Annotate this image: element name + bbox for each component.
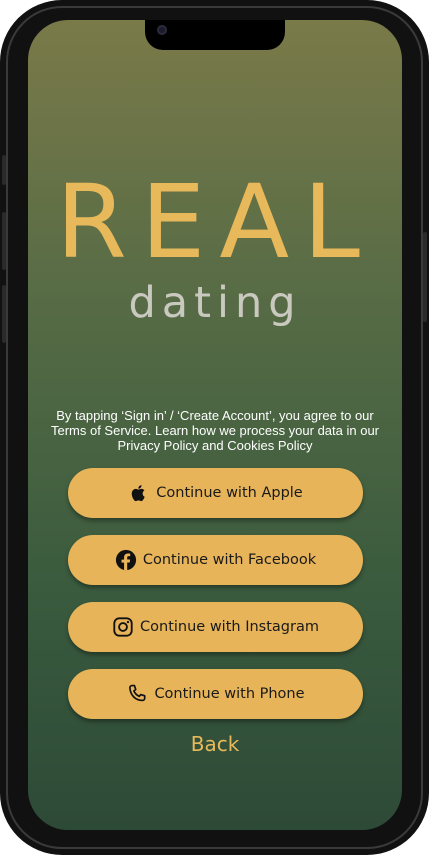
continue-with-instagram-label: Continue with Instagram bbox=[140, 619, 319, 635]
logo-subtitle: dating bbox=[128, 278, 302, 328]
volume-up-button bbox=[2, 212, 6, 270]
notch bbox=[145, 20, 285, 50]
back-link[interactable]: Back bbox=[28, 732, 402, 756]
volume-down-button bbox=[2, 285, 6, 343]
continue-with-apple-button[interactable]: Continue with Apple bbox=[68, 468, 363, 518]
front-camera bbox=[157, 25, 167, 35]
mute-switch bbox=[2, 155, 6, 185]
apple-icon bbox=[128, 482, 150, 504]
phone-frame: REAL dating By tapping ‘Sign in’ / ‘Crea… bbox=[0, 0, 429, 855]
instagram-icon bbox=[112, 616, 134, 638]
power-button bbox=[423, 232, 427, 322]
continue-with-instagram-button[interactable]: Continue with Instagram bbox=[68, 602, 363, 652]
facebook-icon bbox=[115, 549, 137, 571]
terms-text: By tapping ‘Sign in’ / ‘Create Account’,… bbox=[50, 408, 380, 453]
phone-icon bbox=[126, 683, 148, 705]
app-screen: REAL dating By tapping ‘Sign in’ / ‘Crea… bbox=[28, 20, 402, 830]
continue-with-apple-label: Continue with Apple bbox=[156, 485, 303, 501]
continue-with-phone-label: Continue with Phone bbox=[154, 686, 305, 702]
continue-with-phone-button[interactable]: Continue with Phone bbox=[68, 669, 363, 719]
continue-with-facebook-button[interactable]: Continue with Facebook bbox=[68, 535, 363, 585]
continue-with-facebook-label: Continue with Facebook bbox=[142, 552, 317, 568]
logo-title: REAL bbox=[56, 163, 374, 282]
